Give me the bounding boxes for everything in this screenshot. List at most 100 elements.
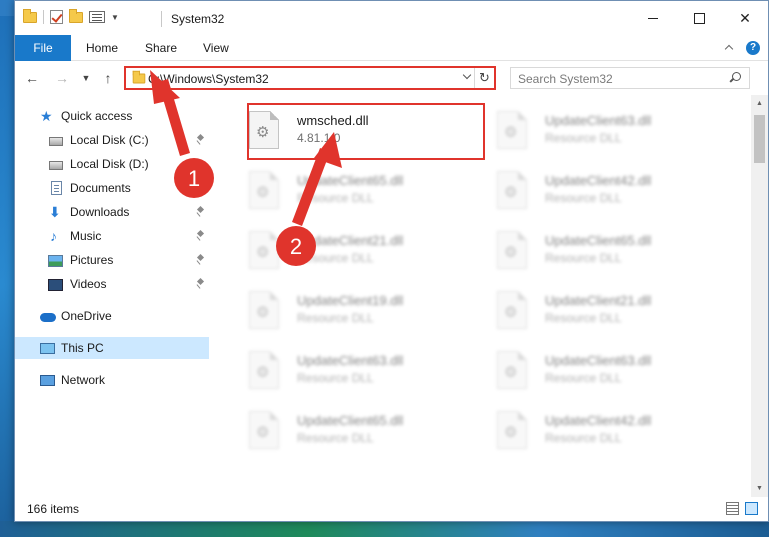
sidebar-item-label: Videos: [70, 277, 107, 291]
pc-icon: [40, 343, 55, 354]
scroll-down-icon[interactable]: ▼: [751, 480, 768, 497]
sidebar-item-label: Local Disk (C:): [70, 133, 149, 147]
address-bar[interactable]: C:\Windows\System32 ↻: [124, 66, 496, 90]
file-tile[interactable]: ⚙ UpdateClient42.dll Resource DLL: [485, 163, 725, 219]
pin-icon[interactable]: [197, 135, 205, 145]
tab-view[interactable]: View: [191, 35, 241, 61]
navigation-bar: ← → ▼ ↑ C:\Windows\System32 ↻ Search Sys…: [15, 61, 768, 95]
file-tile[interactable]: ⚙ UpdateClient65.dll Resource DLL: [237, 403, 477, 459]
gear-icon: ⚙: [504, 364, 518, 381]
search-icon[interactable]: [730, 72, 741, 83]
file-name: UpdateClient63.dll: [545, 113, 652, 128]
file-tile[interactable]: ⚙ UpdateClient65.dll Resource DLL: [485, 223, 725, 279]
file-tile[interactable]: ⚙ UpdateClient19.dll Resource DLL: [237, 283, 477, 339]
customize-toolbar-icon[interactable]: [89, 11, 105, 23]
vertical-scrollbar[interactable]: ▲ ▼: [751, 95, 768, 497]
dll-file-icon: ⚙: [497, 411, 527, 449]
desktop-background-bottom: [0, 521, 769, 537]
sidebar-item-label: OneDrive: [61, 309, 112, 323]
sidebar-item-pictures[interactable]: Pictures: [15, 249, 209, 271]
dll-file-icon: ⚙: [497, 351, 527, 389]
maximize-button[interactable]: [676, 1, 722, 35]
dll-file-icon: ⚙: [249, 231, 279, 269]
refresh-button[interactable]: ↻: [474, 68, 494, 88]
toolbar-divider: [43, 10, 44, 24]
sidebar-item-local-disk-d[interactable]: Local Disk (D:): [15, 153, 209, 175]
file-tile[interactable]: ⚙ UpdateClient42.dll Resource DLL: [485, 403, 725, 459]
up-button[interactable]: ↑: [99, 69, 117, 87]
file-name: UpdateClient63.dll: [297, 353, 404, 368]
file-list: ⚙ wmsched.dll 4.81.1.0 ⚙ UpdateClient65.…: [225, 95, 747, 497]
sidebar-item-network[interactable]: Network: [15, 369, 209, 391]
pin-icon[interactable]: [197, 183, 205, 193]
highlight-box: [247, 103, 485, 160]
gear-icon: ⚙: [256, 244, 270, 261]
file-type: Resource DLL: [297, 371, 374, 385]
sidebar-item-label: Downloads: [70, 205, 130, 219]
sidebar-item-onedrive[interactable]: OneDrive: [15, 305, 209, 327]
tab-home[interactable]: Home: [74, 35, 130, 61]
file-type: Resource DLL: [545, 311, 622, 325]
gear-icon: ⚙: [504, 424, 518, 441]
dll-file-icon: ⚙: [249, 351, 279, 389]
gear-icon: ⚙: [256, 424, 270, 441]
dll-file-icon: ⚙: [497, 291, 527, 329]
sidebar-item-this-pc[interactable]: This PC: [15, 337, 209, 359]
pin-icon[interactable]: [197, 255, 205, 265]
drive-icon: [49, 137, 63, 146]
search-placeholder[interactable]: Search System32: [518, 72, 613, 86]
view-buttons: [726, 502, 758, 515]
folder-icon: [23, 8, 37, 23]
help-icon[interactable]: ?: [746, 41, 760, 55]
tab-share[interactable]: Share: [133, 35, 189, 61]
sidebar-item-label: Music: [70, 229, 102, 243]
details-view-icon[interactable]: [726, 502, 739, 515]
expand-ribbon-chevron-icon[interactable]: [724, 43, 734, 53]
scroll-up-icon[interactable]: ▲: [751, 95, 768, 112]
pin-icon[interactable]: [197, 279, 205, 289]
music-icon: ♪: [50, 228, 57, 244]
properties-check-icon[interactable]: [50, 10, 63, 24]
sidebar-item-downloads[interactable]: ⬇ Downloads: [15, 201, 209, 223]
gear-icon: ⚙: [256, 184, 270, 201]
qat-dropdown-icon[interactable]: ▼: [111, 13, 119, 22]
videos-icon: [48, 279, 63, 291]
file-tile[interactable]: ⚙ UpdateClient21.dll Resource DLL: [237, 223, 477, 279]
pin-icon[interactable]: [197, 207, 205, 217]
file-name: UpdateClient65.dll: [297, 173, 404, 188]
file-type: Resource DLL: [297, 431, 374, 445]
file-tile[interactable]: ⚙ UpdateClient65.dll Resource DLL: [237, 163, 477, 219]
sidebar-item-videos[interactable]: Videos: [15, 273, 209, 295]
star-icon: ★: [40, 108, 53, 124]
file-tile[interactable]: ⚙ UpdateClient63.dll Resource DLL: [237, 343, 477, 399]
sidebar-item-local-disk-c[interactable]: Local Disk (C:): [15, 129, 209, 151]
close-button[interactable]: ✕: [722, 1, 768, 35]
file-tile[interactable]: ⚙ UpdateClient63.dll Resource DLL: [485, 103, 725, 159]
large-icons-view-icon[interactable]: [745, 502, 758, 515]
address-dropdown-icon[interactable]: [464, 74, 472, 82]
back-button[interactable]: ←: [23, 69, 41, 87]
sidebar-item-label: This PC: [61, 341, 104, 355]
pin-icon[interactable]: [197, 231, 205, 241]
file-tile[interactable]: ⚙ UpdateClient63.dll Resource DLL: [485, 343, 725, 399]
tab-file[interactable]: File: [15, 35, 71, 61]
search-box[interactable]: Search System32: [510, 67, 750, 89]
new-folder-icon[interactable]: [69, 8, 83, 23]
quick-access-toolbar: ▼: [23, 8, 119, 24]
recent-locations-button[interactable]: ▼: [77, 69, 95, 87]
file-tile[interactable]: ⚙ UpdateClient21.dll Resource DLL: [485, 283, 725, 339]
address-path[interactable]: C:\Windows\System32: [148, 72, 269, 86]
scroll-thumb[interactable]: [754, 115, 765, 163]
forward-button[interactable]: →: [53, 69, 71, 87]
sidebar-item-quick-access[interactable]: ★ Quick access: [15, 105, 209, 127]
gear-icon: ⚙: [504, 124, 518, 141]
file-type: Resource DLL: [297, 251, 374, 265]
file-type: Resource DLL: [545, 191, 622, 205]
sidebar-item-documents[interactable]: Documents: [15, 177, 209, 199]
file-name: UpdateClient19.dll: [297, 293, 404, 308]
download-icon: ⬇: [49, 204, 61, 220]
gear-icon: ⚙: [256, 304, 270, 321]
dll-file-icon: ⚙: [497, 171, 527, 209]
sidebar-item-music[interactable]: ♪ Music: [15, 225, 209, 247]
minimize-button[interactable]: [630, 1, 676, 35]
